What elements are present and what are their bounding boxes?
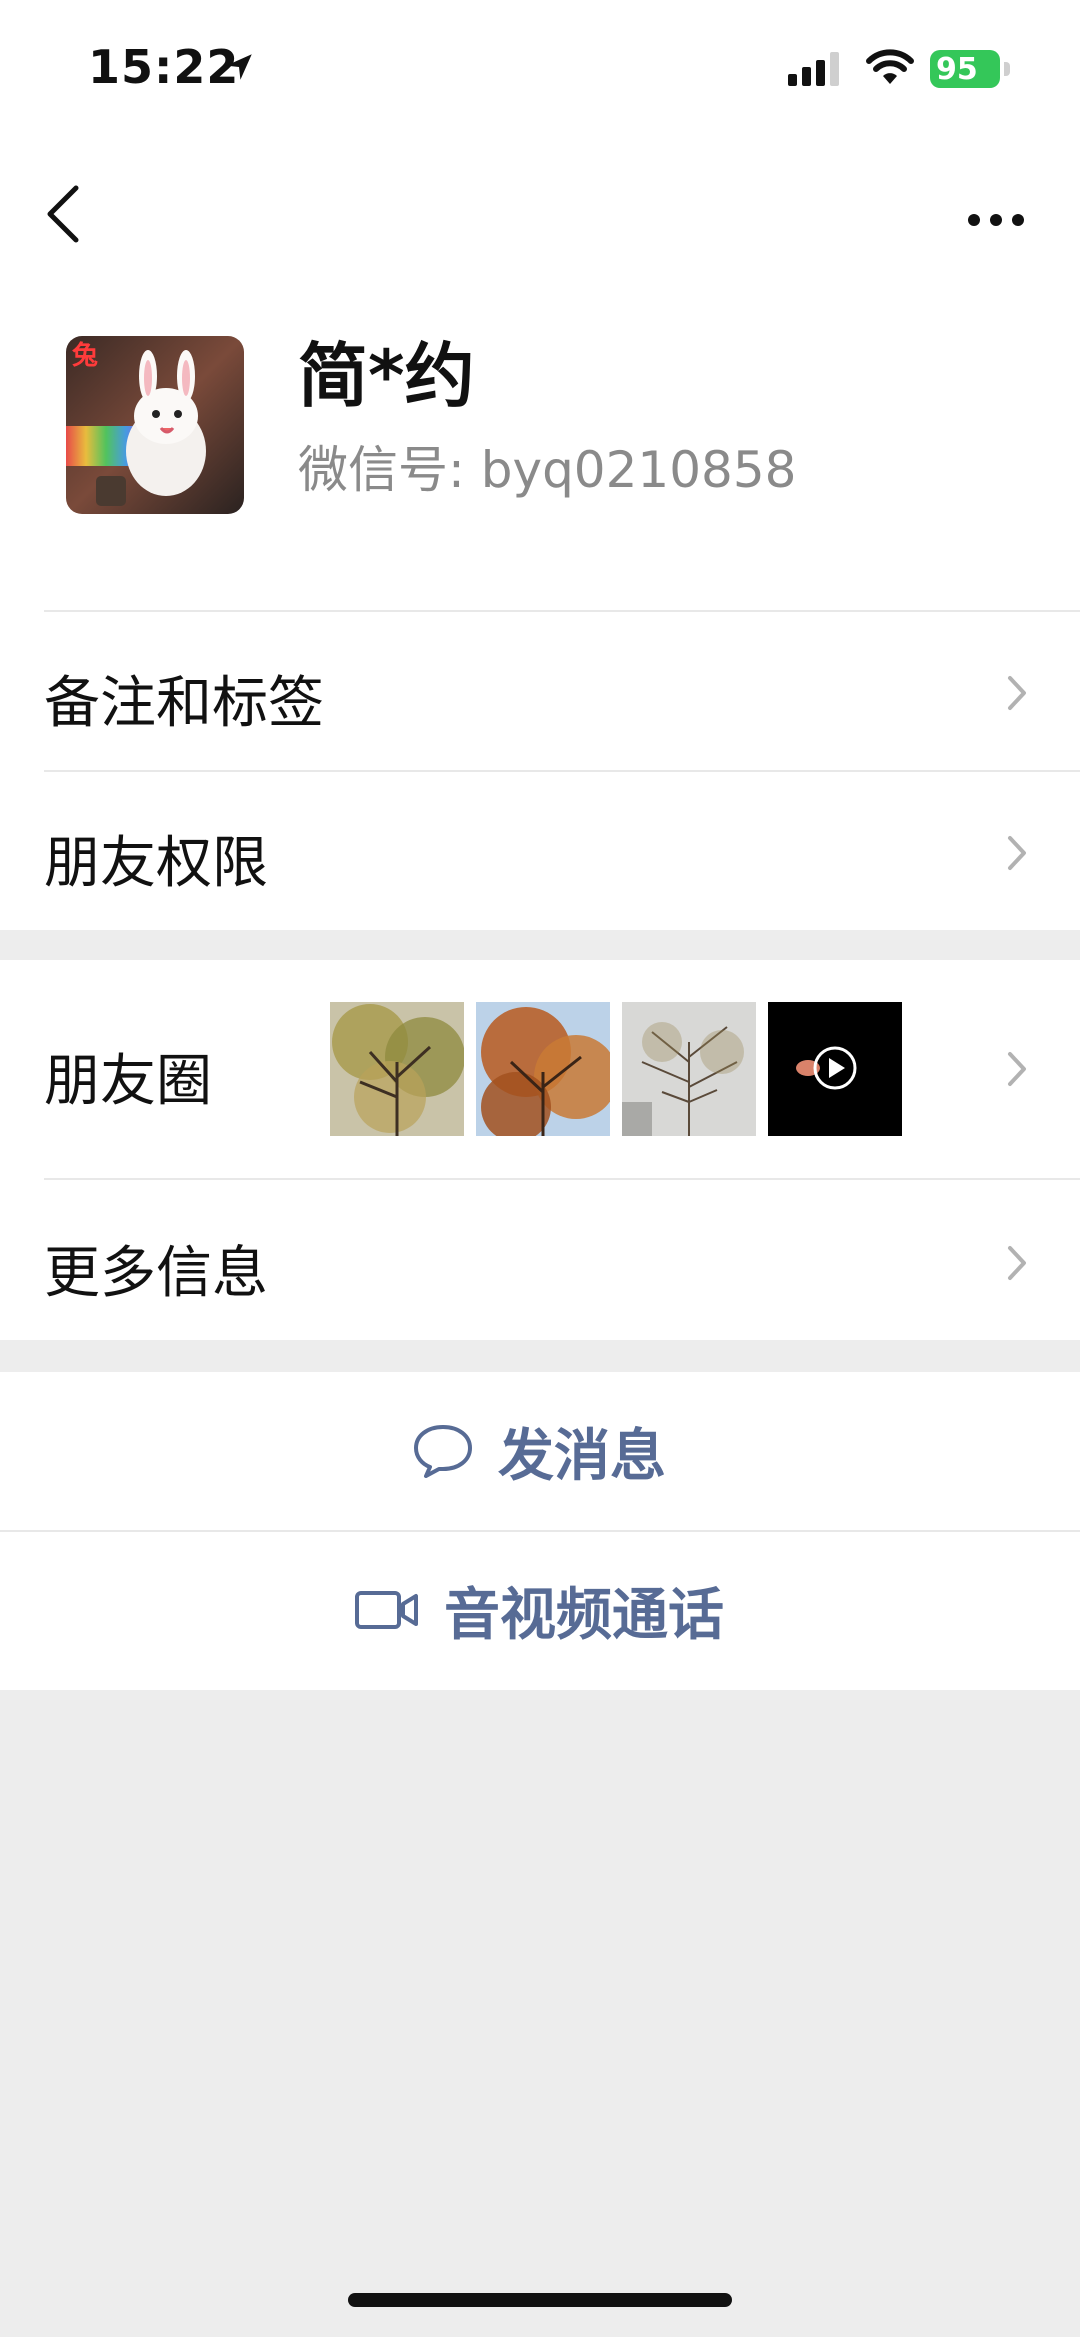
- friend-permissions-row[interactable]: 朋友权限: [0, 770, 1080, 930]
- chevron-right-icon: [1008, 836, 1026, 870]
- video-camera-icon: [355, 1591, 418, 1629]
- home-indicator: [348, 2293, 732, 2307]
- divider: [44, 610, 1080, 612]
- moments-thumbnail: [622, 1002, 756, 1136]
- avatar[interactable]: 兔: [66, 336, 244, 514]
- send-message-label: 发消息: [498, 1423, 666, 1489]
- remark-tags-row[interactable]: 备注和标签: [0, 610, 1080, 770]
- back-button[interactable]: [40, 160, 100, 260]
- moments-label: 朋友圈: [44, 1049, 212, 1114]
- profile-header: 兔 简*约 微信号: byq0210858: [0, 280, 1080, 610]
- cellular-signal-icon: [788, 52, 844, 90]
- status-bar: 15:22 95: [0, 0, 1080, 140]
- video-call-button[interactable]: 音视频通话: [0, 1530, 1080, 1690]
- chevron-right-icon: [1008, 1246, 1026, 1280]
- moments-thumbnail: [476, 1002, 610, 1136]
- moments-thumbnail: [330, 1002, 464, 1136]
- contact-name: 简*约: [298, 335, 475, 417]
- remark-tags-label: 备注和标签: [44, 671, 324, 736]
- wechat-id: 微信号: byq0210858: [298, 441, 797, 499]
- chevron-left-icon: [47, 185, 79, 243]
- battery-level: 95: [936, 52, 978, 87]
- friend-permissions-label: 朋友权限: [44, 831, 268, 896]
- moments-thumbnails: [330, 1002, 902, 1136]
- send-message-button[interactable]: 发消息: [0, 1372, 1080, 1530]
- chevron-right-icon: [1008, 676, 1026, 710]
- status-time: 15:22: [88, 40, 240, 94]
- chat-bubble-icon: [414, 1425, 472, 1478]
- moments-row[interactable]: 朋友圈: [0, 960, 1080, 1178]
- nav-bar: [0, 140, 1080, 280]
- more-info-row[interactable]: 更多信息: [0, 1178, 1080, 1340]
- more-info-label: 更多信息: [44, 1241, 268, 1306]
- location-arrow-icon: [222, 50, 256, 88]
- wifi-icon: [866, 48, 914, 90]
- more-options-button[interactable]: [960, 170, 1040, 250]
- chevron-right-icon: [1008, 1052, 1026, 1086]
- moments-video-thumbnail: [768, 1002, 902, 1136]
- ellipsis-icon: [968, 214, 1024, 226]
- divider: [44, 1178, 1080, 1180]
- video-call-label: 音视频通话: [444, 1582, 724, 1648]
- divider: [44, 770, 1080, 772]
- svg-text:兔: 兔: [72, 341, 98, 371]
